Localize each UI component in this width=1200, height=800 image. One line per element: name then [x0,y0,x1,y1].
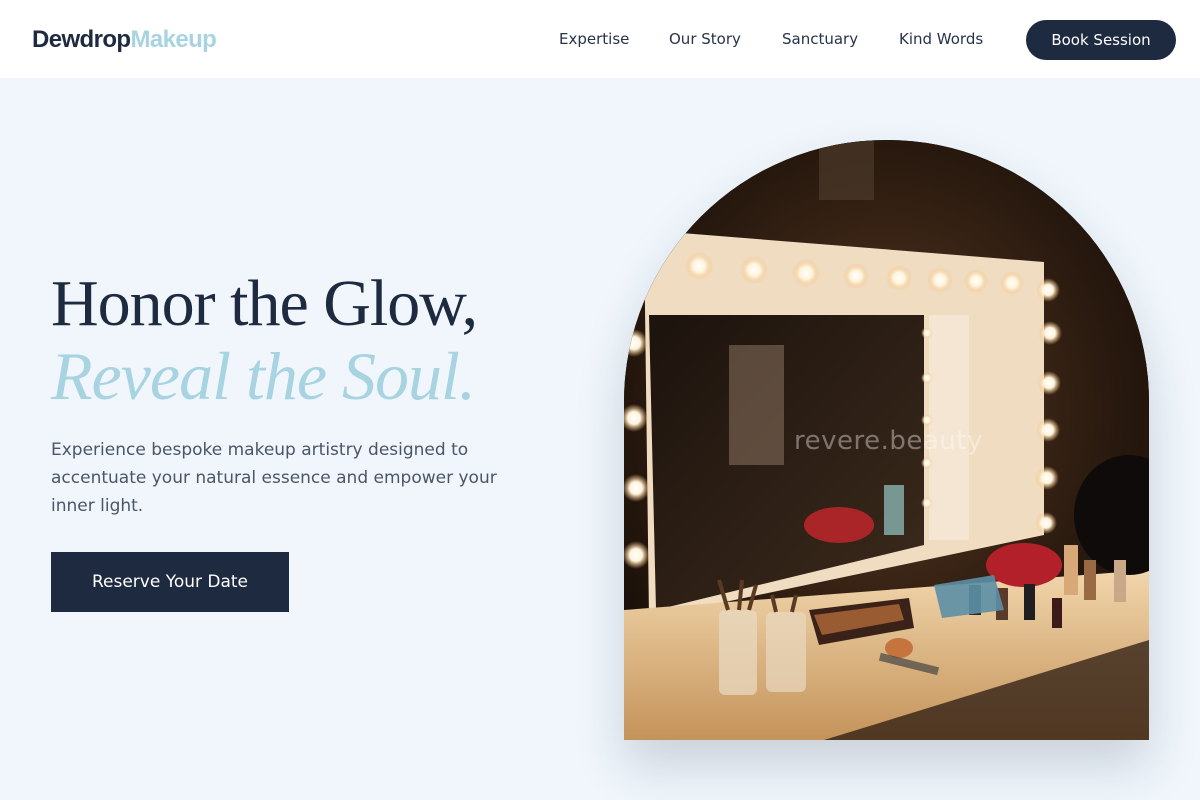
site-header: DewdropMakeup Expertise Our Story Sanctu… [0,0,1200,78]
image-watermark: revere.beauty [794,426,983,456]
nav-link-sanctuary[interactable]: Sanctuary [782,28,858,50]
main-nav: Expertise Our Story Sanctuary Kind Words [0,28,1200,52]
reserve-date-button[interactable]: Reserve Your Date [51,552,289,612]
hero-heading-line2: Reveal the Soul. [51,338,476,414]
hero-heading: Honor the Glow, Reveal the Soul. [51,267,478,414]
hero-subtitle: Experience bespoke makeup artistry desig… [51,440,497,516]
nav-link-kind-words[interactable]: Kind Words [899,28,983,50]
hero-heading-line1: Honor the Glow, [51,267,478,340]
book-session-button[interactable]: Book Session [1026,20,1176,60]
nav-link-our-story[interactable]: Our Story [669,28,741,50]
hero-image-vanity-mirror: revere.beauty [624,140,1149,740]
nav-link-expertise[interactable]: Expertise [559,28,629,50]
